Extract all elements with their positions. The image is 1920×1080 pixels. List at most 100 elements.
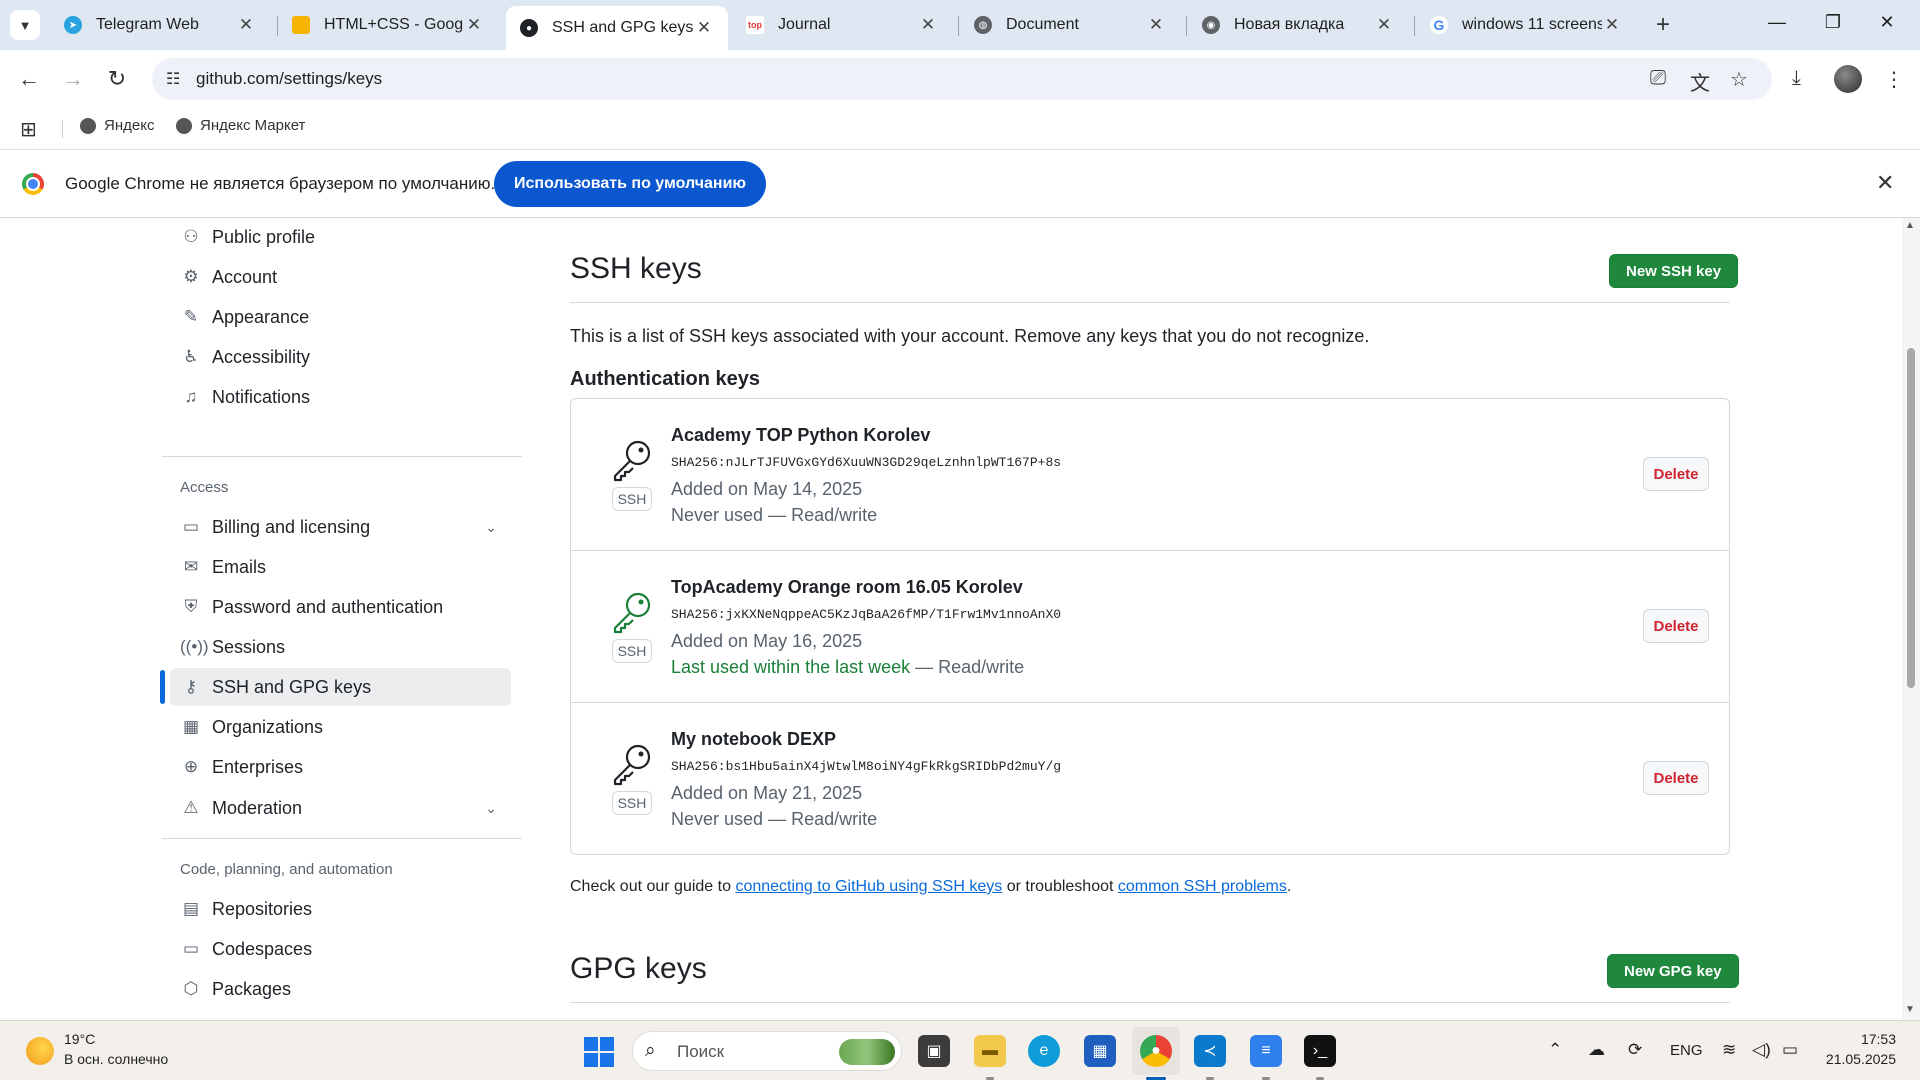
sidebar-item-label: SSH and GPG keys — [212, 676, 372, 697]
sidebar-item-notifications[interactable]: ♫ Notifications — [170, 378, 511, 416]
sidebar-item-sessions[interactable]: ((•)) Sessions — [170, 628, 511, 666]
connecting-ssh-guide-link[interactable]: connecting to GitHub using SSH keys — [735, 878, 1002, 895]
vscode-icon[interactable]: ≺ — [1194, 1035, 1226, 1067]
delete-key-button[interactable]: Delete — [1643, 457, 1709, 491]
tab-ssh-gpg-keys[interactable]: ● SSH and GPG keys ✕ — [506, 6, 728, 50]
close-tab-icon[interactable]: ✕ — [694, 18, 714, 38]
sidebar-item-label: Account — [212, 266, 278, 287]
sidebar-item-codespaces[interactable]: ▭ Codespaces — [170, 930, 511, 968]
sidebar-item-moderation[interactable]: ⚠ Moderation ⌄ — [170, 789, 511, 827]
weather-temperature[interactable]: 19°C — [64, 1031, 95, 1047]
volume-icon[interactable]: ◁) — [1752, 1040, 1771, 1060]
tab-title: SSH and GPG keys — [552, 19, 694, 36]
sidebar-heading-access: Access — [180, 479, 229, 496]
tab-windows-search[interactable]: G windows 11 screensh ✕ — [1416, 6, 1636, 44]
sidebar-item-organizations[interactable]: ▦ Organizations — [170, 708, 511, 746]
chevron-down-icon[interactable]: ⌄ — [485, 800, 497, 817]
slides-icon — [292, 16, 310, 34]
sidebar-item-packages[interactable]: ⬡ Packages — [170, 970, 511, 1008]
weather-description[interactable]: В осн. солнечно — [64, 1051, 168, 1067]
sidebar-item-label: Organizations — [212, 716, 324, 737]
sidebar-item-enterprises[interactable]: ⊕ Enterprises — [170, 748, 511, 786]
back-icon[interactable]: ← — [14, 66, 44, 92]
page-scrollbar[interactable]: ▲ ▼ — [1902, 218, 1920, 1020]
tab-google-slides[interactable]: HTML+CSS - Google ✕ — [278, 6, 498, 44]
scroll-down-arrow-icon[interactable]: ▼ — [1905, 1004, 1915, 1015]
close-tab-icon[interactable]: ✕ — [1602, 15, 1622, 35]
sidebar-item-accessibility[interactable]: ♿ Accessibility — [170, 338, 511, 376]
terminal-icon[interactable]: ›_ — [1304, 1035, 1336, 1067]
taskbar-clock[interactable]: 17:53 21.05.2025 — [1824, 1031, 1896, 1067]
tab-telegram[interactable]: ➤ Telegram Web ✕ — [50, 6, 270, 44]
close-tab-icon[interactable]: ✕ — [1146, 15, 1166, 35]
window-close-icon[interactable]: ✕ — [1872, 12, 1902, 33]
reload-icon[interactable]: ↻ — [102, 66, 132, 92]
scroll-thumb[interactable] — [1907, 348, 1915, 688]
infobar-close-icon[interactable]: ✕ — [1876, 170, 1894, 196]
key-usage: Last used within the last week — Read/wr… — [671, 657, 1024, 678]
new-ssh-key-button[interactable]: New SSH key — [1609, 254, 1739, 288]
minimize-icon[interactable]: — — [1762, 12, 1792, 33]
install-app-icon[interactable]: ⎚ — [1650, 67, 1666, 90]
windows-start-icon[interactable] — [584, 1037, 614, 1067]
notepad-icon[interactable]: ≡ — [1250, 1035, 1282, 1067]
ssh-problems-link[interactable]: common SSH problems — [1118, 878, 1287, 895]
language-indicator[interactable]: ENG — [1670, 1042, 1703, 1059]
address-bar[interactable]: ☷ github.com/settings/keys ⎚ 文 ☆ — [152, 58, 1772, 100]
sidebar-item-password-auth[interactable]: ⛨ Password and authentication — [170, 588, 511, 626]
yandex-icon — [80, 117, 96, 134]
sync-icon[interactable]: ⟳ — [1628, 1040, 1642, 1060]
tray-overflow-chevron-icon[interactable]: ⌃ — [1548, 1040, 1562, 1060]
wifi-icon[interactable]: ≋ — [1722, 1040, 1736, 1060]
sidebar-item-appearance[interactable]: ✎ Appearance — [170, 298, 511, 336]
sidebar-item-emails[interactable]: ✉ Emails — [170, 548, 511, 586]
sidebar-item-account[interactable]: ⚙ Account — [170, 258, 511, 296]
clock-date: 21.05.2025 — [1825, 1051, 1896, 1067]
menu-kebab-icon[interactable]: ⋮ — [1884, 67, 1904, 92]
sidebar-item-public-profile[interactable]: ⚇ Public profile — [170, 218, 511, 256]
chevron-down-icon[interactable]: ⌄ — [485, 519, 497, 536]
download-icon[interactable]: ⤓ — [1792, 67, 1801, 90]
site-settings-icon[interactable]: ☷ — [166, 69, 180, 89]
file-explorer-icon[interactable]: ▬ — [974, 1035, 1006, 1067]
store-icon[interactable]: ▦ — [1084, 1035, 1116, 1067]
new-gpg-key-button[interactable]: New GPG key — [1607, 954, 1739, 988]
bookmark-yandex-market[interactable]: Яндекс Маркет — [176, 117, 305, 134]
weather-sun-icon[interactable] — [26, 1037, 54, 1065]
forward-icon[interactable]: → — [58, 66, 88, 92]
key-usage-status: Never used — [671, 505, 764, 525]
edge-icon[interactable]: e — [1028, 1035, 1060, 1067]
battery-icon[interactable]: ▭ — [1782, 1040, 1798, 1060]
onedrive-icon[interactable]: ☁ — [1588, 1040, 1605, 1060]
tab-journal[interactable]: top Journal ✕ — [732, 6, 952, 44]
tab-document[interactable]: ◍ Document ✕ — [960, 6, 1180, 44]
sidebar-item-billing[interactable]: ▭ Billing and licensing ⌄ — [170, 508, 511, 546]
sidebar-item-ssh-gpg-keys[interactable]: ⚷ SSH and GPG keys — [170, 668, 511, 706]
profile-avatar[interactable] — [1834, 65, 1862, 93]
bookmark-star-icon[interactable]: ☆ — [1730, 67, 1748, 92]
translate-icon[interactable]: 文 — [1690, 67, 1710, 96]
taskbar-search-box[interactable]: ⌕ Поиск — [632, 1031, 902, 1071]
set-default-button[interactable]: Использовать по умолчанию — [494, 161, 767, 207]
task-view-icon[interactable]: ▣ — [918, 1035, 950, 1067]
chrome-taskbar-icon[interactable]: ● — [1140, 1035, 1172, 1067]
bookmark-yandex[interactable]: Яндекс — [80, 117, 154, 134]
delete-key-button[interactable]: Delete — [1643, 609, 1709, 643]
key-access-level: — Read/write — [763, 809, 878, 829]
search-placeholder: Поиск — [677, 1042, 725, 1061]
tab-search-icon[interactable]: ▼ — [10, 10, 40, 40]
tab-new-tab[interactable]: ◉ Новая вкладка ✕ — [1188, 6, 1408, 44]
close-tab-icon[interactable]: ✕ — [236, 15, 256, 35]
url-text[interactable]: github.com/settings/keys — [196, 69, 382, 89]
close-tab-icon[interactable]: ✕ — [918, 15, 938, 35]
tab-title: windows 11 screensh — [1462, 16, 1602, 33]
restore-icon[interactable]: ❐ — [1818, 12, 1848, 33]
close-tab-icon[interactable]: ✕ — [464, 15, 484, 35]
apps-grid-icon[interactable]: ⊞ — [20, 117, 37, 142]
delete-key-button[interactable]: Delete — [1643, 761, 1709, 795]
bookmarks-bar: ⊞ Яндекс Яндекс Маркет — [0, 108, 1920, 150]
sidebar-item-repositories[interactable]: ▤ Repositories — [170, 890, 511, 928]
scroll-up-arrow-icon[interactable]: ▲ — [1905, 220, 1915, 231]
close-tab-icon[interactable]: ✕ — [1374, 15, 1394, 35]
new-tab-button[interactable]: + — [1650, 12, 1676, 38]
